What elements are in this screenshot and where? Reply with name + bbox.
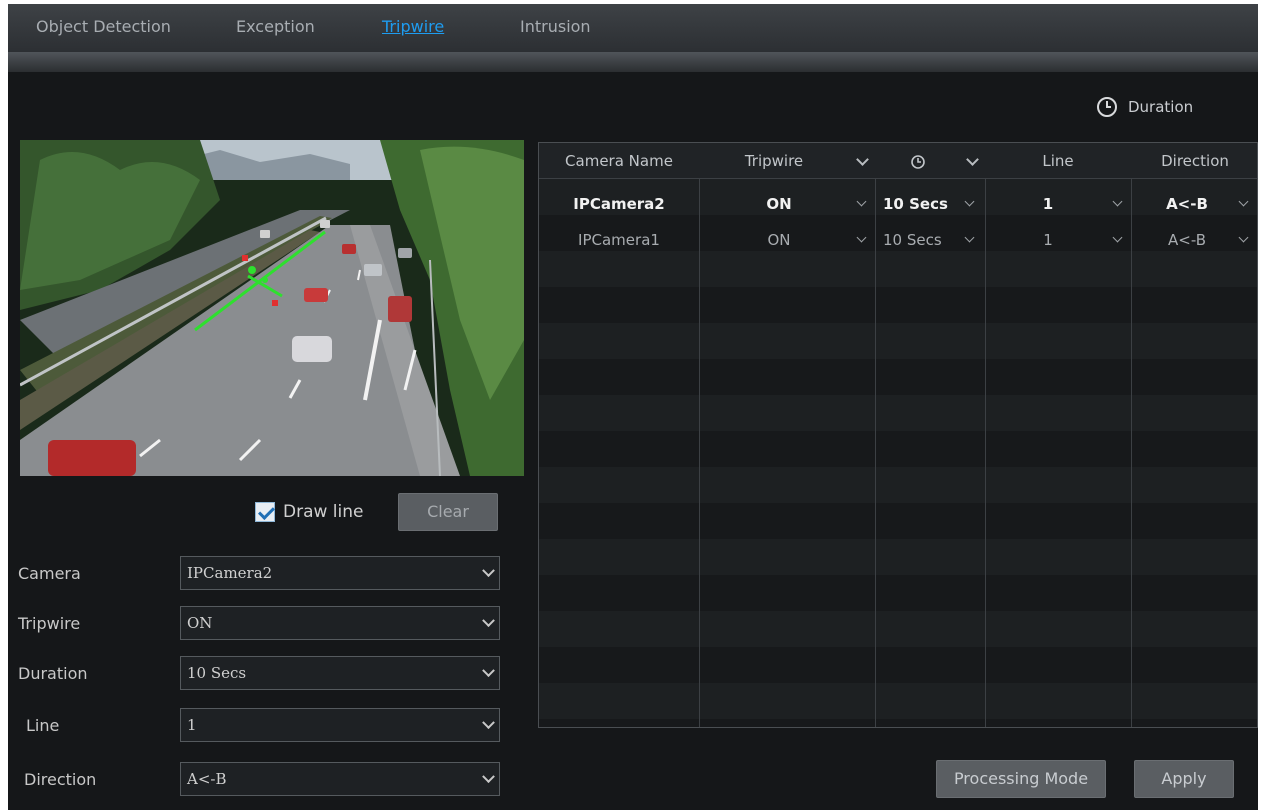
column-header-camera-name[interactable]: Camera Name: [539, 143, 699, 179]
column-header-tripwire[interactable]: Tripwire: [699, 143, 849, 179]
table-header: Camera Name Tripwire Line Direction: [539, 143, 1257, 179]
tab-exception[interactable]: Exception: [236, 17, 315, 36]
table-stripe: [539, 611, 1257, 647]
tripwire-settings-window: Object Detection Exception Tripwire Intr…: [8, 4, 1258, 810]
chevron-down-icon[interactable]: [855, 187, 869, 221]
duration-row: Duration 10 Secs: [18, 656, 500, 690]
draw-line-toggle[interactable]: Draw line: [255, 502, 363, 522]
table-stripe: [539, 323, 1257, 359]
tab-bar-divider: [8, 52, 1258, 72]
direction-row: Direction A<-B: [18, 762, 500, 796]
chevron-down-icon[interactable]: [1111, 187, 1125, 221]
line-label: Line: [26, 715, 60, 735]
camera-preview[interactable]: [20, 140, 524, 476]
line-select-value: 1: [187, 716, 197, 734]
apply-button[interactable]: Apply: [1134, 760, 1234, 798]
cell-duration[interactable]: 10 Secs: [883, 187, 963, 221]
camera-table: Camera Name Tripwire Line Direction IPCa…: [538, 142, 1258, 728]
chevron-down-icon[interactable]: [1237, 223, 1251, 257]
tripwire-row: Tripwire ON: [18, 606, 500, 640]
chevron-down-icon[interactable]: [1237, 187, 1251, 221]
table-stripe: [539, 467, 1257, 503]
chevron-down-icon[interactable]: [963, 223, 977, 257]
column-divider: [1131, 143, 1132, 727]
tab-object-detection[interactable]: Object Detection: [36, 17, 171, 36]
column-header-line[interactable]: Line: [985, 143, 1131, 179]
duration-legend: Duration: [1096, 96, 1193, 118]
clock-icon: [911, 154, 925, 169]
column-header-direction[interactable]: Direction: [1131, 143, 1257, 179]
camera-select[interactable]: IPCamera2: [180, 556, 500, 590]
tab-tripwire[interactable]: Tripwire: [382, 17, 444, 36]
chevron-down-icon: [482, 613, 495, 627]
direction-select[interactable]: A<-B: [180, 762, 500, 796]
camera-row: Camera IPCamera2: [18, 556, 500, 590]
chevron-down-icon: [482, 715, 495, 729]
draw-line-label: Draw line: [283, 502, 364, 522]
tripwire-select-value: ON: [187, 614, 213, 632]
chevron-down-icon[interactable]: [963, 187, 977, 221]
clear-button[interactable]: Clear: [398, 493, 498, 531]
duration-select[interactable]: 10 Secs: [180, 656, 500, 690]
clock-icon: [1096, 96, 1118, 118]
cell-tripwire[interactable]: ON: [699, 187, 859, 221]
tripwire-batch-dropdown[interactable]: [851, 143, 873, 179]
tripwire-label: Tripwire: [18, 613, 81, 633]
draw-line-checkbox[interactable]: [255, 502, 275, 522]
duration-legend-label: Duration: [1128, 98, 1194, 116]
duration-select-value: 10 Secs: [187, 664, 247, 682]
processing-mode-button[interactable]: Processing Mode: [936, 760, 1106, 798]
tab-intrusion[interactable]: Intrusion: [520, 17, 591, 36]
tab-bar: Object Detection Exception Tripwire Intr…: [8, 4, 1258, 52]
chevron-down-icon: [482, 769, 495, 783]
cell-line[interactable]: 1: [985, 223, 1111, 257]
direction-select-value: A<-B: [187, 770, 227, 788]
chevron-down-icon[interactable]: [855, 223, 869, 257]
cell-direction[interactable]: A<-B: [1139, 223, 1235, 257]
column-header-duration[interactable]: [875, 143, 961, 179]
line-row: Line 1: [18, 708, 500, 742]
cell-camera-name: IPCamera1: [578, 231, 660, 249]
chevron-down-icon: [482, 563, 495, 577]
duration-batch-dropdown[interactable]: [961, 143, 983, 179]
chevron-down-icon: [482, 663, 495, 677]
duration-label: Duration: [18, 663, 88, 683]
column-divider: [875, 143, 876, 727]
table-stripe: [539, 539, 1257, 575]
camera-select-value: IPCamera2: [187, 564, 273, 582]
chevron-down-icon[interactable]: [1111, 223, 1125, 257]
table-stripe: [539, 683, 1257, 719]
direction-label: Direction: [24, 769, 97, 789]
cell-duration[interactable]: 10 Secs: [883, 223, 963, 257]
camera-label: Camera: [18, 563, 81, 583]
cell-camera-name: IPCamera2: [573, 195, 665, 213]
tripwire-select[interactable]: ON: [180, 606, 500, 640]
line-select[interactable]: 1: [180, 708, 500, 742]
cell-line[interactable]: 1: [985, 187, 1111, 221]
cell-tripwire[interactable]: ON: [699, 223, 859, 257]
cell-direction[interactable]: A<-B: [1139, 187, 1235, 221]
table-stripe: [539, 395, 1257, 431]
